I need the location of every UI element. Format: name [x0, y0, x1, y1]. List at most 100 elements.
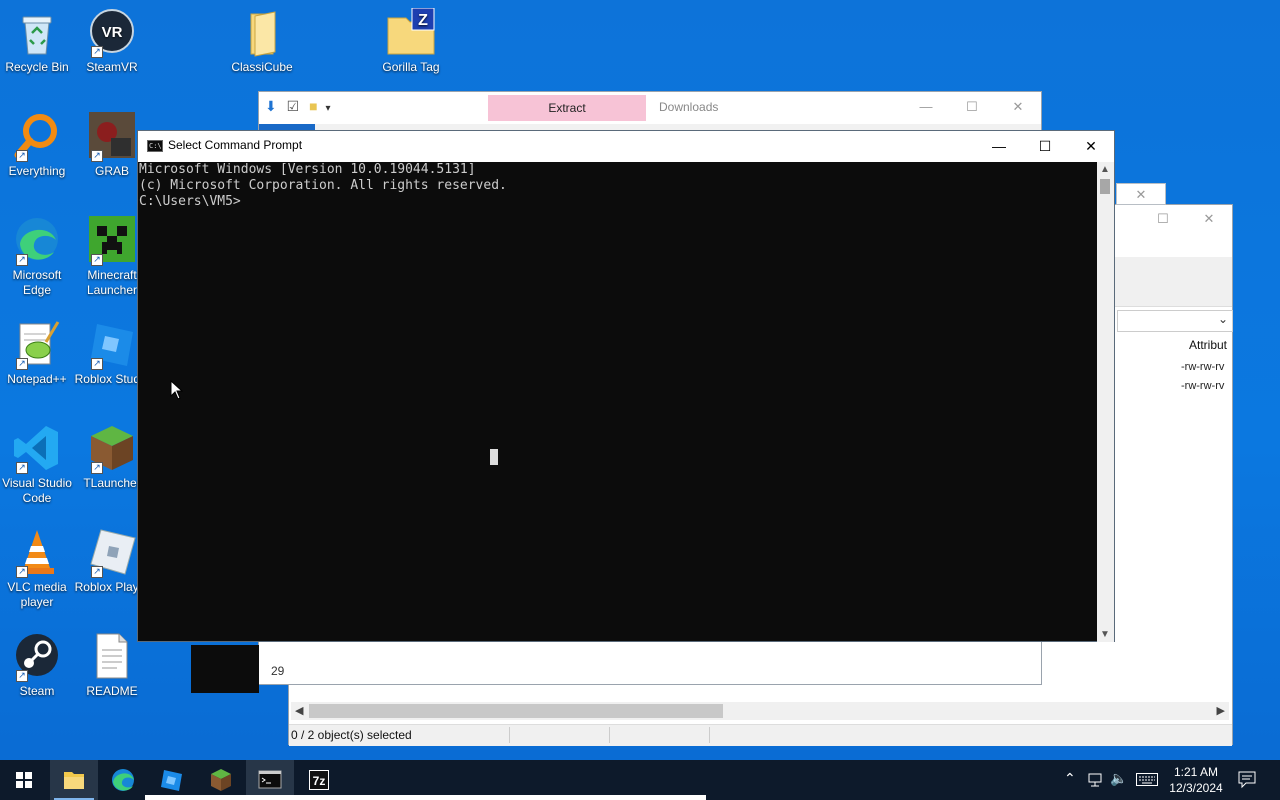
- svg-text:Z: Z: [418, 12, 428, 29]
- minimize-button[interactable]: —: [976, 131, 1022, 162]
- taskbar-7-zip[interactable]: 7z: [295, 760, 343, 800]
- taskbar-command-prompt[interactable]: [246, 760, 294, 800]
- background-window: [191, 645, 259, 693]
- clock-date: 12/3/2024: [1169, 781, 1223, 795]
- status-divider: [709, 727, 710, 743]
- status-divider: [509, 727, 510, 743]
- desktop-icon-gorilla-tag[interactable]: Z Gorilla Tag: [373, 7, 449, 75]
- window-controls: — ☐ ✕: [976, 131, 1114, 162]
- notifications-icon[interactable]: [1238, 771, 1258, 789]
- desktop-icon-label: VLC media player: [7, 580, 67, 609]
- start-button[interactable]: [0, 760, 48, 800]
- window-title: Select Command Prompt: [168, 138, 303, 152]
- desktop-icon-microsoft-edge[interactable]: ↗ Microsoft Edge: [0, 216, 75, 298]
- shortcut-arrow-icon: ↗: [91, 462, 103, 474]
- status-divider: [609, 727, 610, 743]
- scroll-up-icon[interactable]: ▲: [1100, 164, 1110, 175]
- keyboard-icon[interactable]: [1136, 773, 1158, 787]
- console-line: (c) Microsoft Corporation. All rights re…: [139, 178, 507, 193]
- desktop-icon-label: Notepad++: [7, 372, 67, 386]
- windows-logo-icon: [16, 772, 32, 788]
- shortcut-arrow-icon: ↗: [91, 150, 103, 162]
- grass-block-icon: [211, 769, 231, 791]
- desktop-icon-label: README: [86, 684, 138, 698]
- vscode-icon: ↗: [12, 424, 62, 474]
- zip-folder-icon: Z: [386, 7, 436, 58]
- close-button[interactable]: ✕: [1068, 131, 1114, 162]
- maximize-button[interactable]: ☐: [1022, 131, 1068, 162]
- vertical-scrollbar[interactable]: ▲ ▼: [1097, 162, 1114, 642]
- desktop-icon-everything[interactable]: ↗ Everything: [0, 112, 75, 179]
- steamvr-icon: VR ↗: [87, 8, 137, 58]
- close-button[interactable]: ✕: [1116, 183, 1166, 205]
- taskbar-minecraft[interactable]: [197, 760, 245, 800]
- shortcut-arrow-icon: ↗: [16, 150, 28, 162]
- desktop-icon-visual-studio-code[interactable]: ↗ Visual Studio Code: [0, 424, 75, 506]
- desktop-icon-label: ClassiCube: [231, 60, 293, 74]
- desktop-icon-recycle-bin[interactable]: Recycle Bin: [0, 8, 75, 75]
- taskbar-file-explorer[interactable]: [50, 760, 98, 800]
- download-arrow-icon[interactable]: ⬇: [265, 98, 277, 114]
- roblox-player-icon: ↗: [87, 528, 137, 578]
- tab-extract[interactable]: Extract: [488, 95, 646, 121]
- minimize-button[interactable]: —: [903, 92, 949, 122]
- scroll-right-icon[interactable]: ▶: [1217, 702, 1225, 720]
- scrollbar-thumb[interactable]: [1100, 179, 1110, 194]
- desktop-icon-label: Microsoft Edge: [12, 268, 62, 297]
- desktop-icon-steam[interactable]: ↗ Steam: [0, 632, 75, 699]
- edge-icon: [112, 769, 134, 791]
- desktop-icon-label: SteamVR: [86, 60, 138, 74]
- column-header-attributes[interactable]: Attribut: [1189, 338, 1227, 352]
- desktop-icon-notepad-plus-plus[interactable]: ↗ Notepad++: [0, 320, 75, 387]
- scrollbar-thumb[interactable]: [309, 704, 723, 718]
- desktop-icon-readme[interactable]: README: [74, 632, 150, 699]
- maximize-button[interactable]: ☐: [1140, 205, 1186, 233]
- shortcut-arrow-icon: ↗: [16, 462, 28, 474]
- command-prompt-icon: [258, 770, 282, 789]
- desktop-icon-label: Everything: [8, 164, 66, 178]
- desktop-icon-label: Steam: [19, 684, 55, 698]
- horizontal-scrollbar[interactable]: ◀ ▶: [291, 702, 1229, 720]
- console-output[interactable]: Microsoft Windows [Version 10.0.19044.51…: [138, 162, 1098, 642]
- desktop-icon-label: Recycle Bin: [5, 60, 69, 74]
- clock[interactable]: 1:21 AM 12/3/2024: [1164, 764, 1228, 796]
- recycle-bin-icon: [12, 8, 62, 58]
- path-dropdown[interactable]: ⌄: [1117, 310, 1233, 332]
- grass-block-icon: ↗: [87, 424, 137, 474]
- scroll-down-icon[interactable]: ▼: [1100, 629, 1110, 640]
- console-line: Microsoft Windows [Version 10.0.19044.51…: [139, 162, 476, 177]
- svg-text:VR: VR: [102, 24, 123, 41]
- creeper-icon: ↗: [87, 216, 137, 266]
- text-document-icon: [87, 632, 137, 682]
- desktop-icon-label: Gorilla Tag: [382, 60, 440, 74]
- maximize-button[interactable]: ☐: [949, 92, 995, 122]
- shortcut-arrow-icon: ↗: [16, 358, 28, 370]
- scroll-left-icon[interactable]: ◀: [295, 702, 303, 720]
- steam-icon: ↗: [12, 632, 62, 682]
- folder-icon: [237, 8, 287, 58]
- network-icon[interactable]: [1088, 772, 1104, 788]
- new-folder-icon[interactable]: ■: [309, 98, 317, 114]
- command-prompt-line[interactable]: C:\Users\VM5>: [139, 194, 1097, 210]
- edge-icon: ↗: [12, 216, 62, 266]
- desktop-icon-steamvr[interactable]: VR ↗ SteamVR: [74, 8, 150, 75]
- window-controls: — ☐ ✕: [903, 92, 1041, 122]
- file-attribute-cell: -rw-rw-rv: [1181, 361, 1225, 373]
- desktop-icon-classicube[interactable]: ClassiCube: [224, 8, 300, 75]
- everything-search-icon: ↗: [12, 112, 62, 162]
- close-button[interactable]: ✕: [1186, 205, 1232, 233]
- customize-dropdown-icon[interactable]: ▾: [325, 103, 330, 114]
- taskbar-microsoft-edge[interactable]: [99, 760, 147, 800]
- roblox-studio-icon: ↗: [87, 320, 137, 370]
- chevron-down-icon[interactable]: ⌄: [1218, 312, 1228, 326]
- close-button[interactable]: ✕: [995, 92, 1041, 122]
- desktop-icon-vlc-media-player[interactable]: ↗ VLC media player: [0, 528, 75, 610]
- 7-zip-icon: 7z: [309, 770, 329, 790]
- title-bar[interactable]: C:\ Select Command Prompt — ☐ ✕: [138, 131, 1114, 162]
- taskbar-roblox-studio[interactable]: [148, 760, 196, 800]
- volume-icon[interactable]: 🔈: [1110, 771, 1127, 787]
- command-prompt-window[interactable]: C:\ Select Command Prompt — ☐ ✕ Microsof…: [137, 130, 1115, 642]
- properties-checkbox-icon[interactable]: ☑: [287, 98, 300, 114]
- folder-icon: [64, 772, 84, 789]
- chevron-up-icon[interactable]: ⌃: [1064, 771, 1076, 787]
